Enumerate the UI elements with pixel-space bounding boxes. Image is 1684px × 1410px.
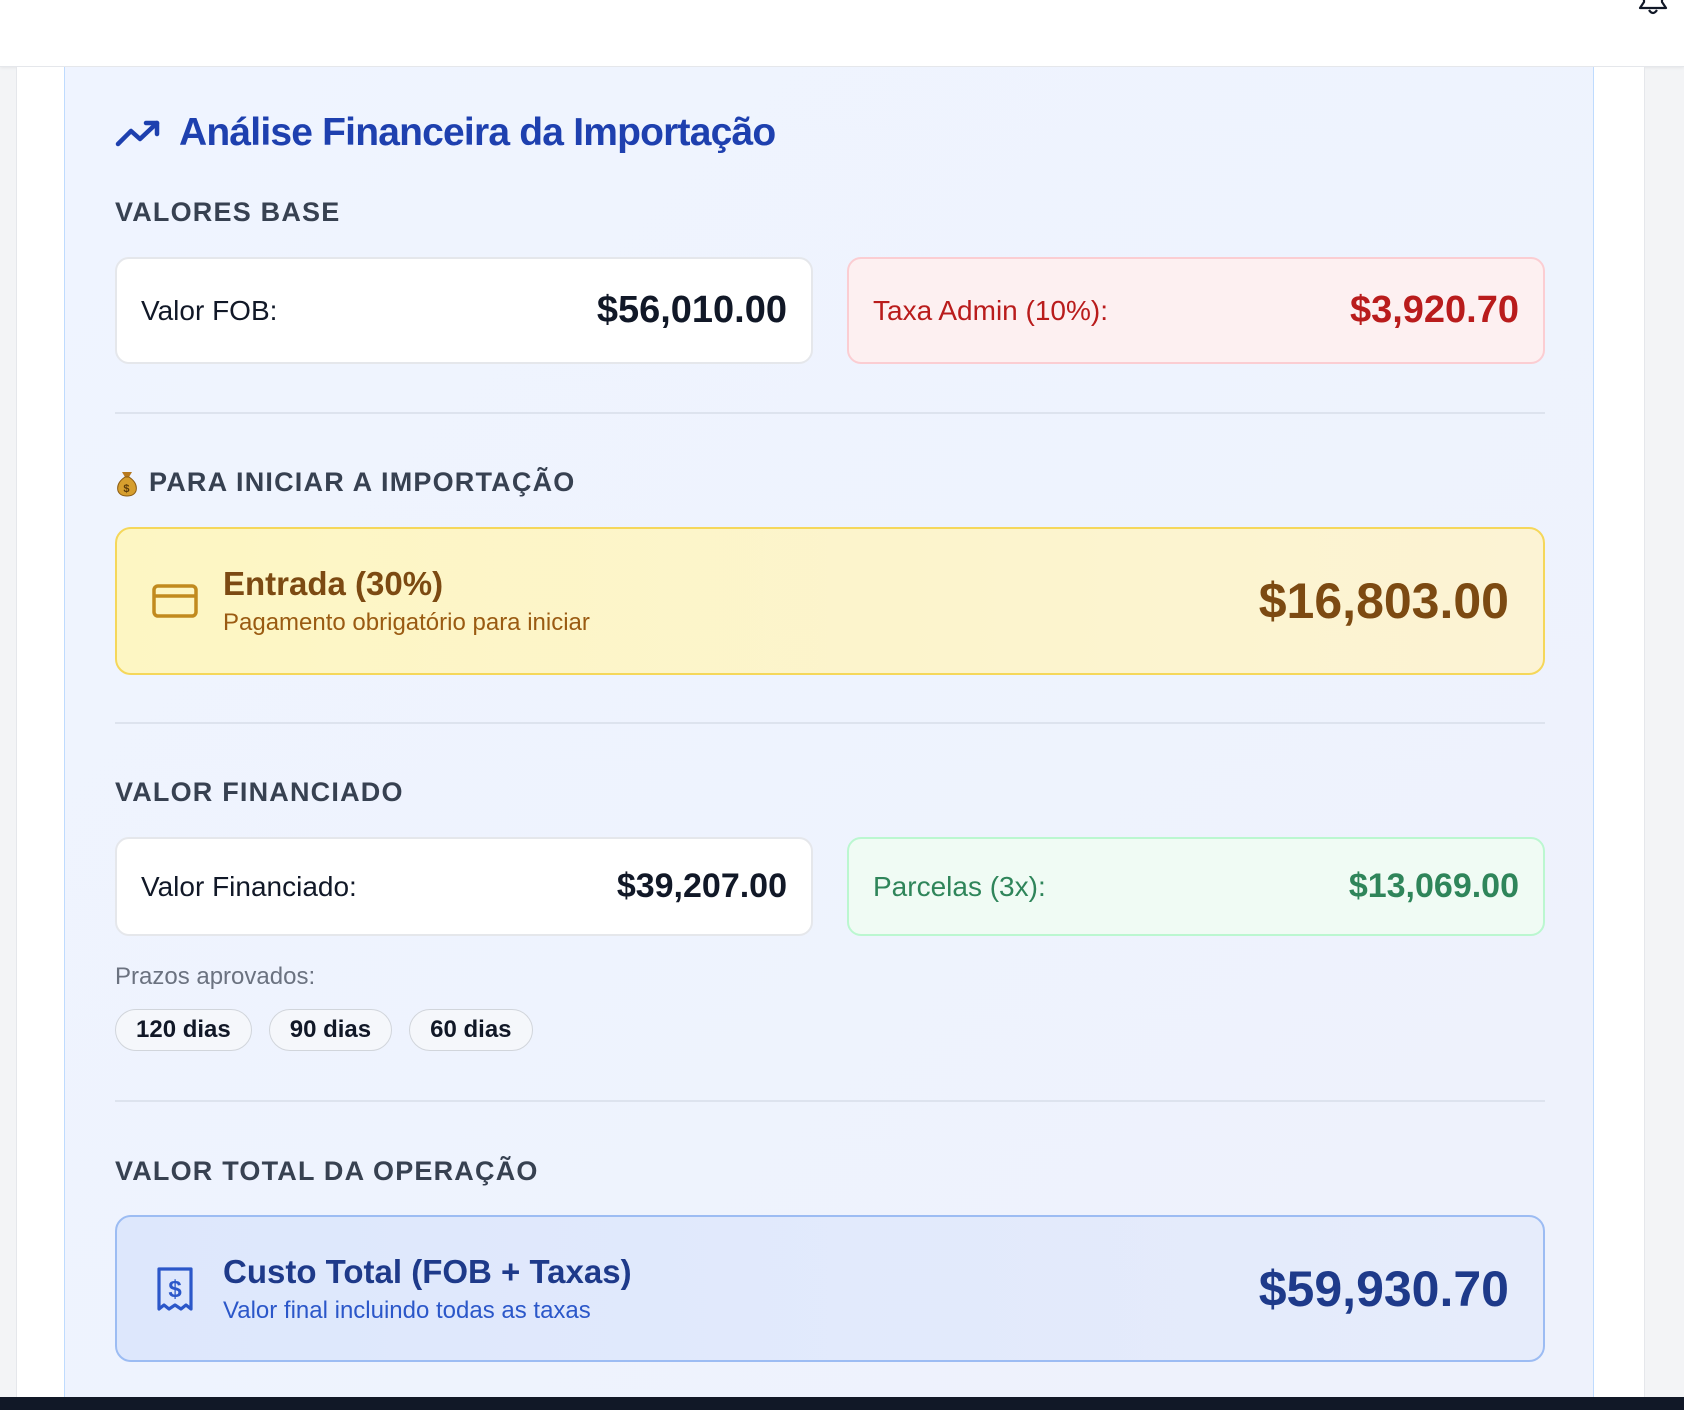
total-cost-value: $59,930.70 — [1258, 1260, 1509, 1317]
credit-card-icon — [152, 584, 198, 618]
down-payment-title: Entrada (30%) — [223, 565, 444, 602]
financed-value-box: Valor Financiado: $39,207.00 — [115, 837, 813, 936]
financed-value: $39,207.00 — [616, 867, 787, 905]
divider — [115, 722, 1545, 724]
divider — [115, 412, 1545, 414]
section-heading-start-text: PARA INICIAR A IMPORTAÇÃO — [149, 467, 576, 497]
section-heading-base: VALORES BASE — [115, 197, 341, 227]
down-payment-card: Entrada (30%) Pagamento obrigatório para… — [115, 527, 1545, 675]
trending-up-icon — [115, 120, 160, 147]
bell-icon[interactable] — [1638, 0, 1668, 16]
financed-label: Valor Financiado: — [141, 870, 357, 902]
panel-title: Análise Financeira da Importação — [179, 111, 776, 154]
approved-terms-label: Prazos aprovados: — [115, 963, 316, 990]
top-bar — [0, 0, 1684, 67]
total-cost-title: Custo Total (FOB + Taxas) — [223, 1252, 632, 1290]
admin-fee-value: $3,920.70 — [1349, 289, 1519, 331]
down-payment-value: $16,803.00 — [1258, 573, 1509, 629]
total-cost-subtitle: Valor final incluindo todas as taxas — [223, 1296, 591, 1324]
term-chip: 90 dias — [268, 1009, 393, 1051]
panel-header: Análise Financeira da Importação — [115, 108, 776, 158]
fob-value: $56,010.00 — [596, 289, 787, 331]
bottom-bar — [0, 1397, 1684, 1410]
down-payment-subtitle: Pagamento obrigatório para iniciar — [223, 609, 590, 636]
receipt-icon: $ — [157, 1266, 193, 1311]
installments-box: Parcelas (3x): $13,069.00 — [847, 837, 1545, 936]
installments-value: $13,069.00 — [1348, 867, 1519, 905]
fob-value-box: Valor FOB: $56,010.00 — [115, 257, 813, 364]
svg-text:$: $ — [168, 1276, 182, 1303]
section-heading-total: VALOR TOTAL DA OPERAÇÃO — [115, 1156, 539, 1186]
term-chip: 60 dias — [409, 1009, 533, 1051]
term-chip: 120 dias — [115, 1009, 252, 1051]
approved-terms-list: 120 dias 90 dias 60 dias — [115, 1009, 533, 1051]
installments-label: Parcelas (3x): — [873, 870, 1046, 902]
money-bag-icon: $ — [117, 471, 137, 497]
total-cost-card: $ Custo Total (FOB + Taxas) Valor final … — [115, 1215, 1545, 1362]
admin-fee-box: Taxa Admin (10%): $3,920.70 — [847, 257, 1545, 364]
section-heading-start: $ PARA INICIAR A IMPORTAÇÃO — [115, 467, 575, 498]
divider — [115, 1100, 1545, 1102]
fob-label: Valor FOB: — [141, 294, 278, 326]
admin-fee-label: Taxa Admin (10%): — [873, 294, 1108, 326]
svg-text:$: $ — [123, 483, 130, 495]
section-heading-financed: VALOR FINANCIADO — [115, 777, 404, 807]
